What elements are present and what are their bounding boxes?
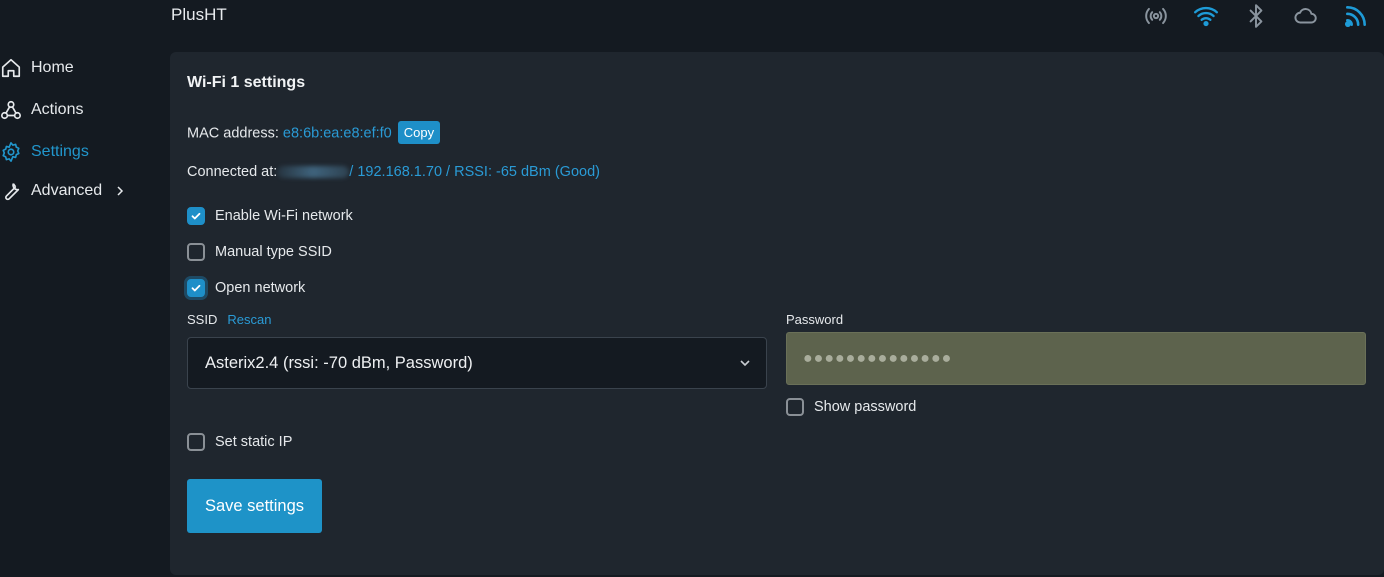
checkbox-checked-icon[interactable] xyxy=(187,279,205,297)
sidebar-item-label: Home xyxy=(31,59,74,76)
sidebar-item-settings[interactable]: Settings xyxy=(0,137,89,167)
ssid-selected-value: Asterix2.4 (rssi: -70 dBm, Password) xyxy=(205,353,473,372)
app-title: PlusHT xyxy=(171,5,227,24)
ssid-label: SSID xyxy=(187,312,218,327)
enable-wifi-label: Enable Wi-Fi network xyxy=(215,208,353,224)
redacted-ssid xyxy=(277,166,350,179)
chevron-down-icon xyxy=(740,360,750,367)
connected-label: Connected at: xyxy=(187,164,278,180)
password-label: Password xyxy=(786,312,844,327)
webhook-icon xyxy=(0,99,22,121)
home-icon xyxy=(0,57,22,79)
connected-row: Connected at: / 192.168.1.70 / RSSI: -65 … xyxy=(187,164,600,180)
broadcast-icon[interactable] xyxy=(1142,2,1170,30)
bluetooth-icon[interactable] xyxy=(1242,2,1270,30)
sidebar-item-label: Advanced xyxy=(31,182,103,199)
ssid-label-row: SSID Rescan xyxy=(187,312,271,327)
open-network-checkbox[interactable]: Open network xyxy=(187,279,305,297)
wifi-icon[interactable] xyxy=(1192,2,1220,30)
open-network-label: Open network xyxy=(215,280,306,296)
show-password-label: Show password xyxy=(814,399,917,415)
sidebar-item-actions[interactable]: Actions xyxy=(0,95,83,125)
chevron-right-icon xyxy=(114,185,126,197)
rescan-link[interactable]: Rescan xyxy=(227,312,271,327)
mac-address-row: MAC address: e8:6b:ea:e8:ef:f0 Copy xyxy=(187,121,441,145)
checkbox-unchecked-icon[interactable] xyxy=(786,398,804,416)
manual-ssid-label: Manual type SSID xyxy=(215,244,332,260)
manual-ssid-checkbox[interactable]: Manual type SSID xyxy=(187,243,332,261)
panel-title: Wi-Fi 1 settings xyxy=(187,74,306,91)
mac-label: MAC address: xyxy=(187,125,283,142)
mac-value: e8:6b:ea:e8:ef:f0 xyxy=(282,125,392,142)
sidebar-item-label: Actions xyxy=(31,101,84,118)
checkbox-unchecked-icon[interactable] xyxy=(187,243,205,261)
sidebar-item-advanced[interactable]: Advanced xyxy=(0,176,126,206)
copy-button[interactable]: Copy xyxy=(397,121,441,144)
sidebar-item-home[interactable]: Home xyxy=(0,53,74,83)
wifi-settings-panel: Wi-Fi 1 settings MAC address: e8:6b:ea:e… xyxy=(170,52,1384,575)
sidebar-item-label: Settings xyxy=(31,143,89,160)
ssid-select[interactable]: Asterix2.4 (rssi: -70 dBm, Password) xyxy=(187,337,767,389)
wrench-icon xyxy=(0,180,22,202)
connected-value: / 192.168.1.70 / RSSI: -65 dBm (Good) xyxy=(349,164,600,180)
enable-wifi-checkbox[interactable]: Enable Wi-Fi network xyxy=(187,207,353,225)
gear-icon xyxy=(0,141,22,163)
status-icons xyxy=(1142,2,1370,30)
static-ip-label: Set static IP xyxy=(215,434,293,450)
password-input[interactable]: ●●●●●●●●●●●●●● xyxy=(786,332,1366,385)
checkbox-checked-icon[interactable] xyxy=(187,207,205,225)
checkbox-unchecked-icon[interactable] xyxy=(187,433,205,451)
static-ip-checkbox[interactable]: Set static IP xyxy=(187,433,292,451)
save-settings-button[interactable]: Save settings xyxy=(187,479,322,533)
signal-icon[interactable] xyxy=(1342,2,1370,30)
show-password-checkbox[interactable]: Show password xyxy=(786,398,916,416)
top-bar: PlusHT xyxy=(0,0,1384,52)
cloud-icon[interactable] xyxy=(1292,2,1320,30)
